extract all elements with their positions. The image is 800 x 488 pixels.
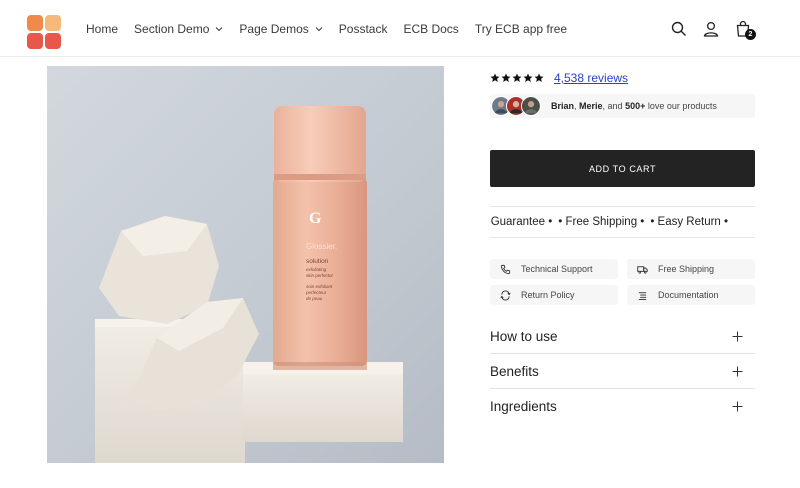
bottle-fr3: de peau [306, 296, 323, 301]
reviews-link[interactable]: 4,538 reviews [554, 71, 628, 85]
nav-ecb-docs-label: ECB Docs [403, 22, 459, 36]
star-rating [490, 73, 544, 83]
social-suffix: love our products [645, 101, 717, 111]
avatar [521, 96, 541, 116]
feature-return-policy[interactable]: Return Policy [490, 285, 618, 305]
avatar-group [491, 96, 541, 116]
bottle-logo-g: G [309, 210, 322, 227]
feature-technical-support[interactable]: Technical Support [490, 259, 618, 279]
social-name-1: Brian [551, 101, 575, 111]
document-icon [638, 291, 647, 300]
accordion-title: Ingredients [490, 399, 557, 414]
accordion-how-to-use[interactable]: How to use [490, 319, 755, 354]
social-sep-2: , and [602, 101, 626, 111]
search-icon[interactable] [670, 20, 688, 38]
cart-count-badge: 2 [745, 29, 756, 40]
phone-icon [500, 264, 511, 274]
feature-label: Documentation [658, 290, 719, 300]
social-proof: Brian, Merie, and 500+ love our products [490, 94, 755, 118]
bottle-desc2: skin perfector [306, 273, 334, 278]
star-icon [534, 73, 544, 82]
add-to-cart-button[interactable]: ADD TO CART [490, 150, 755, 187]
bottle-desc1: exfoliating [306, 267, 327, 272]
nav-section-demo-label: Section Demo [134, 22, 210, 36]
star-icon [501, 73, 511, 82]
bottle-fr1: soin exfoliant [306, 284, 333, 289]
feature-documentation[interactable]: Documentation [627, 285, 755, 305]
accordion-list: How to use Benefits Ingredients [490, 319, 755, 424]
nav-posstack-label: Posstack [338, 22, 388, 36]
return-icon [500, 289, 511, 301]
feature-grid: Technical Support Free Shipping Return P… [490, 259, 755, 305]
nav-page-demos[interactable]: Page Demos [239, 22, 323, 36]
header-icons: 2 [670, 20, 756, 40]
star-icon [490, 73, 500, 82]
marquee-item: ck Guarantee • [490, 216, 553, 228]
nav-home-label: Home [86, 22, 119, 36]
chevron-down-icon [315, 27, 323, 32]
accordion-title: Benefits [490, 363, 539, 379]
plus-icon [732, 331, 743, 341]
accordion-title: How to use [490, 328, 558, 344]
main-nav: Home Section Demo Page Demos Posstack EC… [86, 22, 583, 36]
product-photo: G Glossier. solution exfoliating skin pe… [47, 66, 444, 463]
nav-try-ecb[interactable]: Try ECB app free [475, 22, 567, 36]
feature-free-shipping[interactable]: Free Shipping [627, 259, 755, 279]
nav-try-ecb-label: Try ECB app free [474, 22, 568, 36]
nav-home[interactable]: Home [86, 22, 118, 36]
nav-page-demos-label: Page Demos [239, 22, 309, 36]
accordion-ingredients[interactable]: Ingredients [490, 389, 755, 424]
nav-posstack[interactable]: Posstack [339, 22, 388, 36]
cart-button[interactable]: 2 [734, 20, 756, 40]
bottle-fr2: perfecteur [305, 290, 327, 295]
marquee-track: ck Guarantee • • Free Shipping • • Easy … [490, 216, 734, 228]
nav-section-demo[interactable]: Section Demo [134, 22, 223, 36]
star-icon [512, 73, 522, 82]
social-name-2: Merie [579, 101, 603, 111]
accordion-benefits[interactable]: Benefits [490, 354, 755, 389]
bottle-brand: Glossier. [306, 242, 337, 251]
social-proof-text: Brian, Merie, and 500+ love our products [551, 101, 717, 111]
feature-label: Technical Support [521, 264, 593, 274]
plus-icon [732, 366, 743, 376]
social-count: 500+ [625, 101, 646, 111]
rating-row: 4,538 reviews [490, 69, 755, 87]
feature-label: Return Policy [521, 290, 575, 300]
truck-icon [637, 265, 648, 274]
star-icon [523, 73, 533, 82]
account-icon[interactable] [702, 20, 720, 38]
logo-icon[interactable] [27, 15, 61, 49]
product-image[interactable]: G Glossier. solution exfoliating skin pe… [47, 66, 444, 463]
chevron-down-icon [216, 27, 223, 32]
plus-icon [732, 401, 743, 412]
feature-label: Free Shipping [658, 264, 715, 274]
product-info: 4,538 reviews Brian, Merie, and 500+ lov… [490, 66, 755, 424]
bottle-name: solution [306, 258, 329, 265]
marquee-item: • Free Shipping • [558, 216, 645, 228]
site-header: Home Section Demo Page Demos Posstack EC… [0, 0, 800, 57]
benefits-marquee: ck Guarantee • • Free Shipping • • Easy … [490, 206, 755, 238]
marquee-item: • Easy Return • [650, 216, 729, 228]
nav-ecb-docs[interactable]: ECB Docs [403, 22, 458, 36]
